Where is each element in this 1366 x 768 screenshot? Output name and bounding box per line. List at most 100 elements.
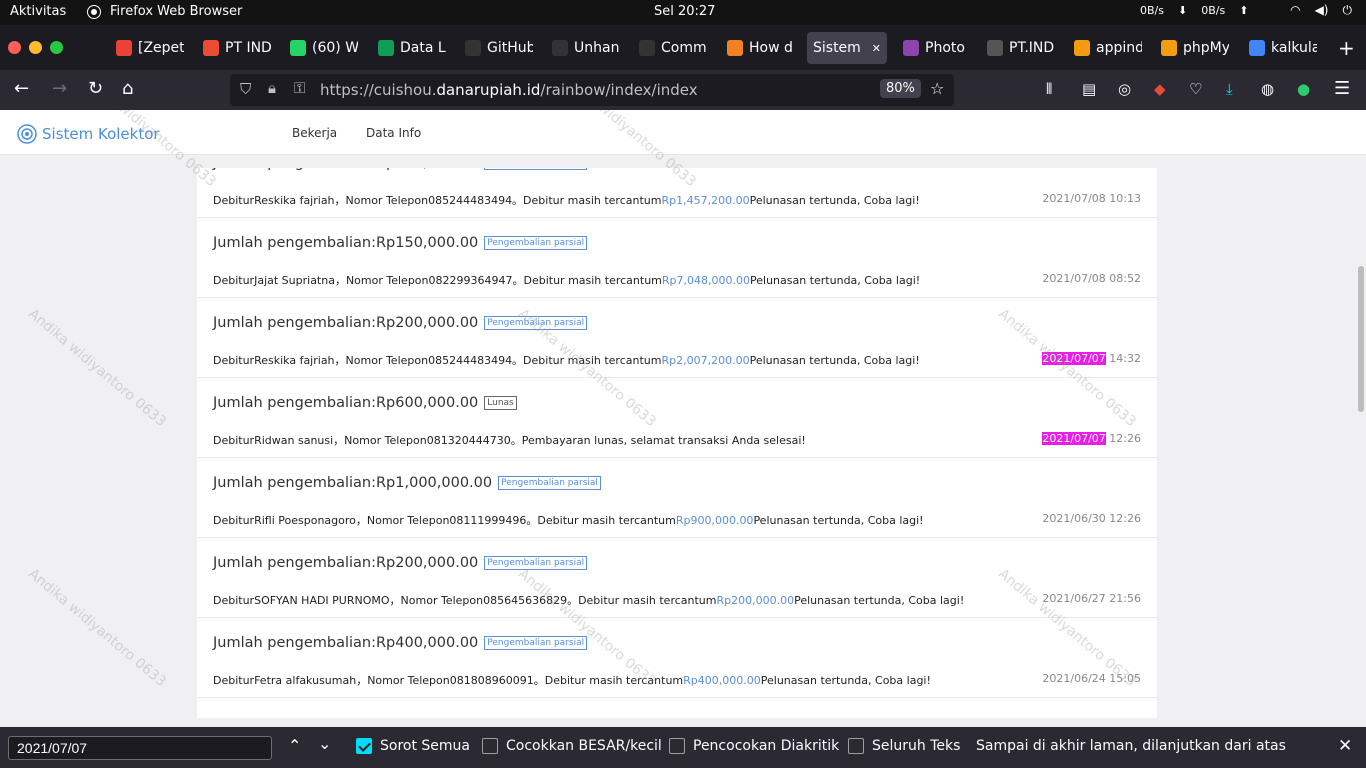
record-description: DebiturReskika fajriah，Nomor Telepon0852… xyxy=(213,192,920,208)
tab-4[interactable]: GitHub xyxy=(459,32,539,64)
remaining-amount: Rp200,000.00 xyxy=(716,594,795,607)
date-text: 2021/07/07 xyxy=(1042,352,1106,365)
record-amount: Jumlah pengembalian:Rp300,000.00 Pengemba… xyxy=(213,168,588,171)
key-icon[interactable]: ⚿ xyxy=(294,79,305,97)
pocket-icon[interactable]: ♡ xyxy=(1189,78,1202,100)
app-menu[interactable]: Firefox Web Browser xyxy=(88,4,242,19)
downloads-icon[interactable]: ⤓ xyxy=(1226,78,1233,100)
page-viewport: Sistem Kolektor Bekerja Data Info Jumlah… xyxy=(0,110,1366,727)
find-next-icon[interactable]: ⌄ xyxy=(318,734,331,753)
record-date: 2021/06/27 21:56 xyxy=(1042,592,1141,605)
status-badge: Pengembalian parsial xyxy=(484,316,588,330)
time-text: 12:26 xyxy=(1105,432,1141,445)
record-row: Jumlah pengembalian:Rp400,000.00 Pengemba… xyxy=(197,618,1157,698)
maximize-window-button[interactable] xyxy=(50,41,63,54)
activities-button[interactable]: Aktivitas xyxy=(10,4,66,19)
debtor-text: DebiturRifli Poesponagoro，Nomor Telepon0… xyxy=(213,514,676,527)
status-badge: Pengembalian parsial xyxy=(484,556,588,570)
match-case-checkbox[interactable]: Cocokkan BESAR/kecil xyxy=(482,738,662,754)
url-text[interactable]: https://cuishou.danarupiah.id/rainbow/in… xyxy=(320,81,698,99)
tab-3[interactable]: Data L xyxy=(372,32,452,64)
record-description: DebiturReskika fajriah，Nomor Telepon0852… xyxy=(213,352,920,368)
record-date: 2021/06/24 15:05 xyxy=(1042,672,1141,685)
clock[interactable]: Sel 20:27 xyxy=(654,4,715,19)
time-text: 12:26 xyxy=(1105,512,1141,525)
tab-12[interactable]: phpMy xyxy=(1155,32,1235,64)
record-row: Jumlah pengembalian:Rp300,000.00 Pengemba… xyxy=(197,168,1157,218)
tab-favicon-icon xyxy=(1249,40,1265,56)
tab-5[interactable]: Unhan xyxy=(546,32,626,64)
tab-10[interactable]: PT.IND xyxy=(981,32,1061,64)
amount-text: Jumlah pengembalian:Rp400,000.00 xyxy=(213,635,479,651)
close-tab-icon[interactable]: ✕ xyxy=(872,42,881,55)
status-text: Pelunasan tertunda, Coba lagi! xyxy=(749,354,920,367)
record-row: Jumlah pengembalian:Rp600,000.00 Lunas Deb… xyxy=(197,378,1157,458)
library-icon[interactable]: ⫴ xyxy=(1046,78,1052,100)
extension-cookie-icon[interactable]: ◎ xyxy=(1118,78,1131,100)
tab-favicon-icon xyxy=(552,40,568,56)
site-logo[interactable]: Sistem Kolektor xyxy=(16,123,160,145)
close-window-button[interactable] xyxy=(8,41,21,54)
status-text: Pelunasan tertunda, Coba lagi! xyxy=(749,194,920,207)
status-text: Pelunasan tertunda, Coba lagi! xyxy=(760,674,931,687)
tab-favicon-icon xyxy=(987,40,1003,56)
tab-label: PT IND xyxy=(225,40,271,56)
extension-red-icon[interactable]: ◆ xyxy=(1154,78,1166,100)
navigation-bar: ← → ↻ ⌂ ⛉ 🔒︎ ⚿ https://cuishou.danarupia… xyxy=(0,70,1366,110)
remaining-amount: Rp2,007,200.00 xyxy=(661,354,750,367)
menu-hamburger-icon[interactable]: ☰ xyxy=(1334,78,1350,100)
find-previous-icon[interactable]: ⌃ xyxy=(288,736,301,755)
page-scrollbar[interactable] xyxy=(1358,266,1364,412)
forward-icon[interactable]: → xyxy=(52,78,67,100)
menu-data-info[interactable]: Data Info xyxy=(366,126,421,140)
close-find-bar-icon[interactable]: ✕ xyxy=(1338,736,1352,756)
bookmark-star-icon[interactable]: ☆ xyxy=(930,79,944,98)
minimize-window-button[interactable] xyxy=(29,41,42,54)
zoom-level[interactable]: 80% xyxy=(880,79,921,98)
tab-9[interactable]: Photo xyxy=(897,32,977,64)
tab-2[interactable]: (60) W xyxy=(284,32,364,64)
remaining-amount: Rp7,048,000.00 xyxy=(661,274,751,287)
debtor-text: DebiturSOFYAN HADI PURNOMO，Nomor Telepon… xyxy=(213,594,717,607)
tab-label: Comm xyxy=(661,40,707,56)
tab-11[interactable]: appind xyxy=(1068,32,1148,64)
new-tab-button[interactable]: + xyxy=(1338,36,1355,60)
whole-words-checkbox[interactable]: Seluruh Teks xyxy=(848,738,960,754)
tab-label: GitHub xyxy=(487,40,533,56)
system-top-bar: Aktivitas Firefox Web Browser Sel 20:27 … xyxy=(0,0,1366,25)
find-status: Sampai di akhir laman, dilanjutkan dari … xyxy=(976,738,1286,754)
firefox-icon xyxy=(88,5,100,18)
download-arrow-icon: ⬇ xyxy=(1177,4,1188,17)
record-amount: Jumlah pengembalian:Rp150,000.00 Pengemba… xyxy=(213,235,588,251)
tab-0[interactable]: [Zepet xyxy=(110,32,190,64)
sidebar-icon[interactable]: ▤ xyxy=(1082,78,1096,100)
date-text: 2021/07/07 xyxy=(1042,432,1106,445)
tab-7[interactable]: How d xyxy=(721,32,801,64)
home-icon[interactable]: ⌂ xyxy=(122,78,133,100)
shield-icon[interactable]: ⛉ xyxy=(240,80,251,98)
globe-icon[interactable]: ◍ xyxy=(1261,78,1274,100)
status-text: Pelunasan tertunda, Coba lagi! xyxy=(794,594,965,607)
record-description: DebiturRifli Poesponagoro，Nomor Telepon0… xyxy=(213,512,924,528)
record-amount: Jumlah pengembalian:Rp400,000.00 Pengemba… xyxy=(213,635,588,651)
tab-1[interactable]: PT IND xyxy=(197,32,277,64)
menu-bekerja[interactable]: Bekerja xyxy=(292,126,337,140)
tab-13[interactable]: kalkula xyxy=(1243,32,1323,64)
tab-label: Sistem K xyxy=(813,40,866,56)
extension-green-icon[interactable]: ● xyxy=(1297,78,1310,100)
record-amount: Jumlah pengembalian:Rp200,000.00 Pengemba… xyxy=(213,315,588,331)
system-tray[interactable]: ◠ ◀) ⏻ xyxy=(1290,3,1352,18)
lock-icon[interactable]: 🔒︎ xyxy=(268,79,276,97)
tab-label: Unhan xyxy=(574,40,620,56)
status-badge: Pengembalian parsial xyxy=(484,636,588,650)
tab-8[interactable]: Sistem K ✕ xyxy=(807,32,887,64)
record-row: Jumlah pengembalian:Rp150,000.00 Pengemba… xyxy=(197,218,1157,298)
find-input[interactable] xyxy=(8,736,272,760)
reload-icon[interactable]: ↻ xyxy=(88,78,103,100)
url-bar[interactable]: ⛉ 🔒︎ ⚿ https://cuishou.danarupiah.id/rai… xyxy=(230,74,954,106)
tab-6[interactable]: Comm xyxy=(633,32,713,64)
download-speed: 0B/s xyxy=(1140,4,1164,17)
match-diacritics-checkbox[interactable]: Pencocokan Diakritik xyxy=(669,738,839,754)
back-icon[interactable]: ← xyxy=(14,78,29,100)
highlight-all-checkbox[interactable]: Sorot Semua xyxy=(356,738,470,754)
